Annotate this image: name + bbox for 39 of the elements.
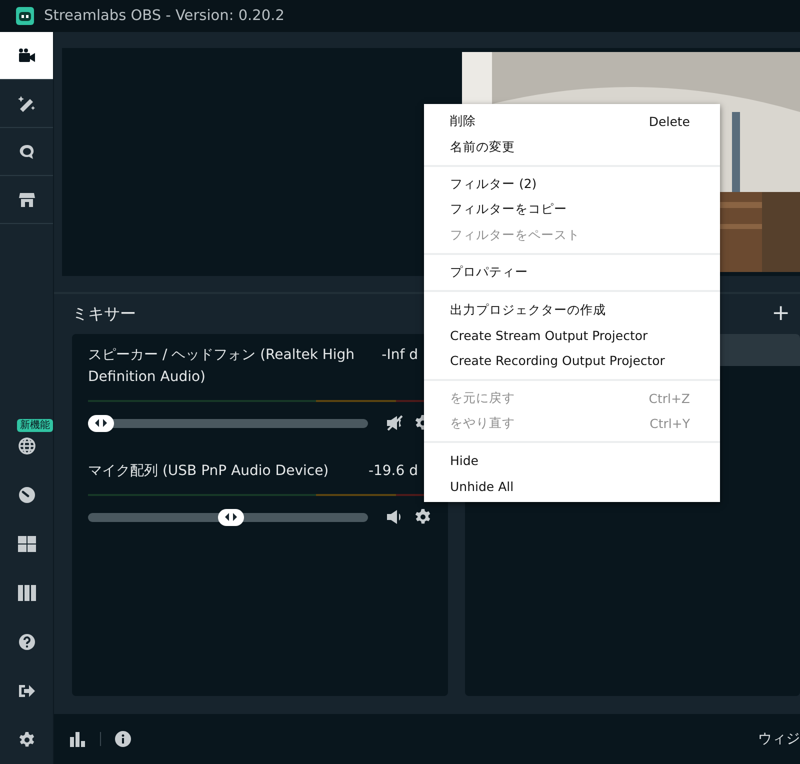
muted-speaker-icon[interactable] — [386, 415, 404, 431]
logout-icon — [18, 682, 36, 698]
menu-item[interactable]: Create Stream Output Projector — [424, 322, 720, 348]
columns-icon — [18, 584, 36, 600]
menu-item[interactable]: フィルター (2) — [424, 172, 720, 198]
bar-chart-icon[interactable] — [70, 732, 86, 746]
menu-item[interactable]: 名前の変更 — [424, 134, 720, 160]
footer-link[interactable]: ウィジ — [758, 730, 800, 748]
window-title: Streamlabs OBS - Version: 0.20.2 — [44, 8, 284, 24]
mixer-title: ミキサー — [72, 304, 136, 324]
store-icon — [18, 190, 36, 208]
sidebar-item[interactable] — [0, 32, 53, 80]
add-button[interactable]: + — [772, 303, 790, 325]
volume-reading: -Inf d — [382, 346, 418, 365]
sidebar-item[interactable]: 新機能 — [0, 421, 53, 470]
chat-bubble-icon — [18, 142, 36, 160]
menu-item[interactable]: Create Recording Output Projector — [424, 348, 720, 374]
menu-item[interactable]: 出力プロジェクターの作成 — [424, 297, 720, 323]
menu-item[interactable]: フィルターをコピー — [424, 197, 720, 223]
grid-icon — [18, 536, 36, 552]
volume-reading: -19.6 d — [368, 462, 418, 481]
app-logo — [16, 7, 34, 25]
menu-item[interactable]: プロパティー — [424, 260, 720, 286]
settings-icon — [18, 730, 36, 748]
menu-item[interactable]: Unhide All — [424, 474, 720, 500]
camera-icon — [18, 48, 36, 64]
magic-wand-icon — [18, 94, 36, 112]
channel-name: スピーカー / ヘッドフォン (Realtek High Definition Audio) — [88, 346, 356, 387]
menu-item[interactable]: 削除 Delete — [424, 109, 720, 134]
new-badge: 新機能 — [17, 419, 53, 432]
slider-thumb[interactable] — [218, 508, 244, 526]
gauge-icon — [18, 486, 36, 504]
slider-thumb[interactable] — [88, 414, 114, 432]
globe-icon — [18, 436, 36, 454]
channel-name: マイク配列 (USB PnP Audio Device) — [88, 462, 330, 481]
menu-item[interactable]: Hide — [424, 448, 720, 474]
settings-icon[interactable] — [414, 508, 432, 526]
info-icon[interactable] — [115, 731, 131, 747]
help-icon — [18, 632, 36, 650]
